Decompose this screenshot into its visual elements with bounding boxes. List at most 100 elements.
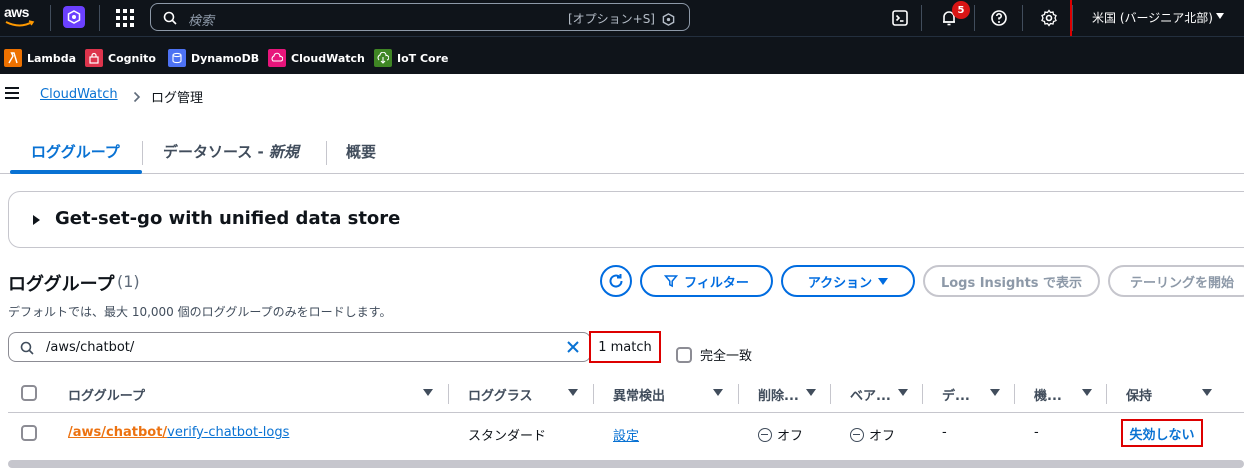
- sort-down-icon[interactable]: [806, 389, 816, 396]
- tab-divider: [326, 141, 327, 165]
- favorite-label: Cognito: [108, 51, 156, 65]
- bearer-cell: オフ: [850, 425, 895, 444]
- column-divider[interactable]: [922, 384, 923, 404]
- match-count: 1 match: [589, 331, 661, 363]
- log-groups-description: デフォルトでは、最大 10,000 個のロググループのみをロードします。: [8, 305, 392, 319]
- search-icon: [163, 10, 177, 29]
- column-divider[interactable]: [738, 384, 739, 404]
- caret-down-icon: [1216, 13, 1224, 19]
- deletion-value: オフ: [777, 429, 804, 444]
- tab-overview[interactable]: 概要: [346, 141, 376, 162]
- search-placeholder: 検索: [188, 14, 215, 29]
- aws-smile-icon: [5, 20, 35, 27]
- breadcrumb-current: ログ管理: [151, 91, 204, 106]
- actions-button[interactable]: アクション: [781, 265, 915, 297]
- settings-icon[interactable]: [1037, 6, 1061, 30]
- search-icon: [20, 340, 34, 359]
- data-cell: -: [942, 425, 947, 440]
- cloudshell-icon[interactable]: [888, 6, 912, 30]
- log-group-filter-input[interactable]: /aws/chatbot/: [8, 332, 591, 362]
- favorite-label: IoT Core: [397, 51, 449, 65]
- column-header-log-class[interactable]: ロググラス: [468, 385, 532, 404]
- column-header-anomaly[interactable]: 異常検出: [613, 385, 665, 404]
- tab-divider: [142, 141, 143, 165]
- anomaly-configure-link[interactable]: 設定: [613, 425, 639, 444]
- start-tailing-label: テーリングを開始: [1130, 275, 1235, 291]
- amazon-q-icon[interactable]: [63, 6, 85, 28]
- lambda-icon: [4, 49, 22, 67]
- log-group-link[interactable]: /aws/chatbot/verify-chatbot-logs: [68, 425, 289, 440]
- log-class-cell: スタンダード: [468, 429, 547, 444]
- help-icon[interactable]: [987, 6, 1011, 30]
- refresh-button[interactable]: [600, 265, 632, 297]
- sort-down-icon[interactable]: [990, 389, 1000, 396]
- global-search-bar[interactable]: 検索 [オプション+S]: [150, 3, 690, 31]
- unified-data-store-panel[interactable]: Get-set-go with unified data store: [8, 191, 1244, 248]
- logs-insights-label: Logs Insights で表示: [940, 275, 1083, 291]
- region-label: 米国 (バージニア北部): [1092, 11, 1213, 25]
- retention-link[interactable]: 失効しない: [1121, 419, 1203, 447]
- horizontal-scrollbar[interactable]: [8, 460, 1244, 468]
- sort-down-icon[interactable]: [898, 389, 908, 396]
- off-status-icon: [850, 427, 864, 442]
- sort-down-icon[interactable]: [1082, 389, 1092, 396]
- column-divider[interactable]: [448, 384, 449, 404]
- cognito-icon: [85, 49, 103, 67]
- column-header-machine[interactable]: 機...: [1034, 385, 1062, 404]
- cloudwatch-icon: [268, 49, 286, 67]
- services-grid-icon[interactable]: [116, 9, 134, 27]
- aws-logo[interactable]: aws: [4, 3, 40, 33]
- deletion-cell: オフ: [758, 425, 803, 444]
- favorites-bar: Lambda Cognito DynamoDB CloudWatch IoT C…: [0, 36, 1244, 74]
- favorite-iot-core[interactable]: IoT Core: [374, 49, 449, 67]
- sort-down-icon[interactable]: [423, 389, 433, 396]
- caret-right-icon: [33, 215, 40, 225]
- favorite-cloudwatch[interactable]: CloudWatch: [268, 49, 365, 67]
- column-divider[interactable]: [593, 384, 594, 404]
- log-group-match-highlight[interactable]: /aws/chatbot/: [68, 425, 167, 440]
- panel-title: Get-set-go with unified data store: [55, 208, 401, 229]
- start-tailing-button[interactable]: テーリングを開始: [1108, 265, 1244, 297]
- tabs-baseline: [0, 173, 1244, 174]
- notification-count-badge: 5: [952, 1, 970, 19]
- log-group-name[interactable]: verify-chatbot-logs: [167, 425, 289, 440]
- sort-down-icon[interactable]: [568, 389, 578, 396]
- log-groups-heading: ロググループ: [8, 274, 115, 295]
- dynamodb-icon: [168, 49, 186, 67]
- favorite-cognito[interactable]: Cognito: [85, 49, 156, 67]
- clear-filter-icon[interactable]: [565, 339, 581, 359]
- logs-insights-button[interactable]: Logs Insights で表示: [923, 265, 1100, 297]
- favorite-dynamodb[interactable]: DynamoDB: [168, 49, 259, 67]
- favorite-label: CloudWatch: [291, 51, 365, 65]
- chevron-right-icon: [132, 88, 142, 107]
- tab-data-sources[interactable]: データソース - 新規: [163, 141, 299, 162]
- column-header-retention[interactable]: 保持: [1126, 385, 1152, 404]
- tab-log-groups[interactable]: ロググループ: [31, 141, 120, 162]
- nav-divider: [50, 5, 51, 31]
- actions-button-label: アクション: [807, 275, 873, 291]
- exact-match-checkbox[interactable]: 完全一致: [676, 345, 752, 364]
- filter-button[interactable]: フィルター: [640, 265, 773, 297]
- checkbox[interactable]: [676, 346, 692, 363]
- column-header-bearer[interactable]: ベア...: [850, 385, 891, 404]
- column-divider[interactable]: [830, 384, 831, 404]
- sort-down-icon[interactable]: [1202, 389, 1212, 396]
- iot-core-icon: [374, 49, 392, 67]
- top-navigation: aws 検索 [オプション+S] 5: [0, 0, 1244, 36]
- tab-data-sources-label: データソース -: [163, 143, 269, 161]
- column-divider[interactable]: [1106, 384, 1107, 404]
- machine-cell: -: [1034, 425, 1039, 440]
- sort-down-icon[interactable]: [713, 389, 723, 396]
- menu-icon[interactable]: [5, 87, 19, 99]
- breadcrumb-cloudwatch[interactable]: CloudWatch: [40, 87, 118, 102]
- column-divider[interactable]: [1014, 384, 1015, 404]
- row-checkbox[interactable]: [21, 425, 37, 441]
- nav-divider: [921, 5, 922, 31]
- column-header-data[interactable]: デ...: [942, 385, 970, 404]
- select-all-checkbox[interactable]: [21, 385, 37, 401]
- filter-icon: [664, 275, 679, 288]
- favorite-lambda[interactable]: Lambda: [4, 49, 76, 67]
- column-header-log-group[interactable]: ロググループ: [68, 385, 145, 404]
- column-header-deletion[interactable]: 削除...: [758, 385, 799, 404]
- search-shortcut-hint: [オプション+S]: [567, 12, 655, 26]
